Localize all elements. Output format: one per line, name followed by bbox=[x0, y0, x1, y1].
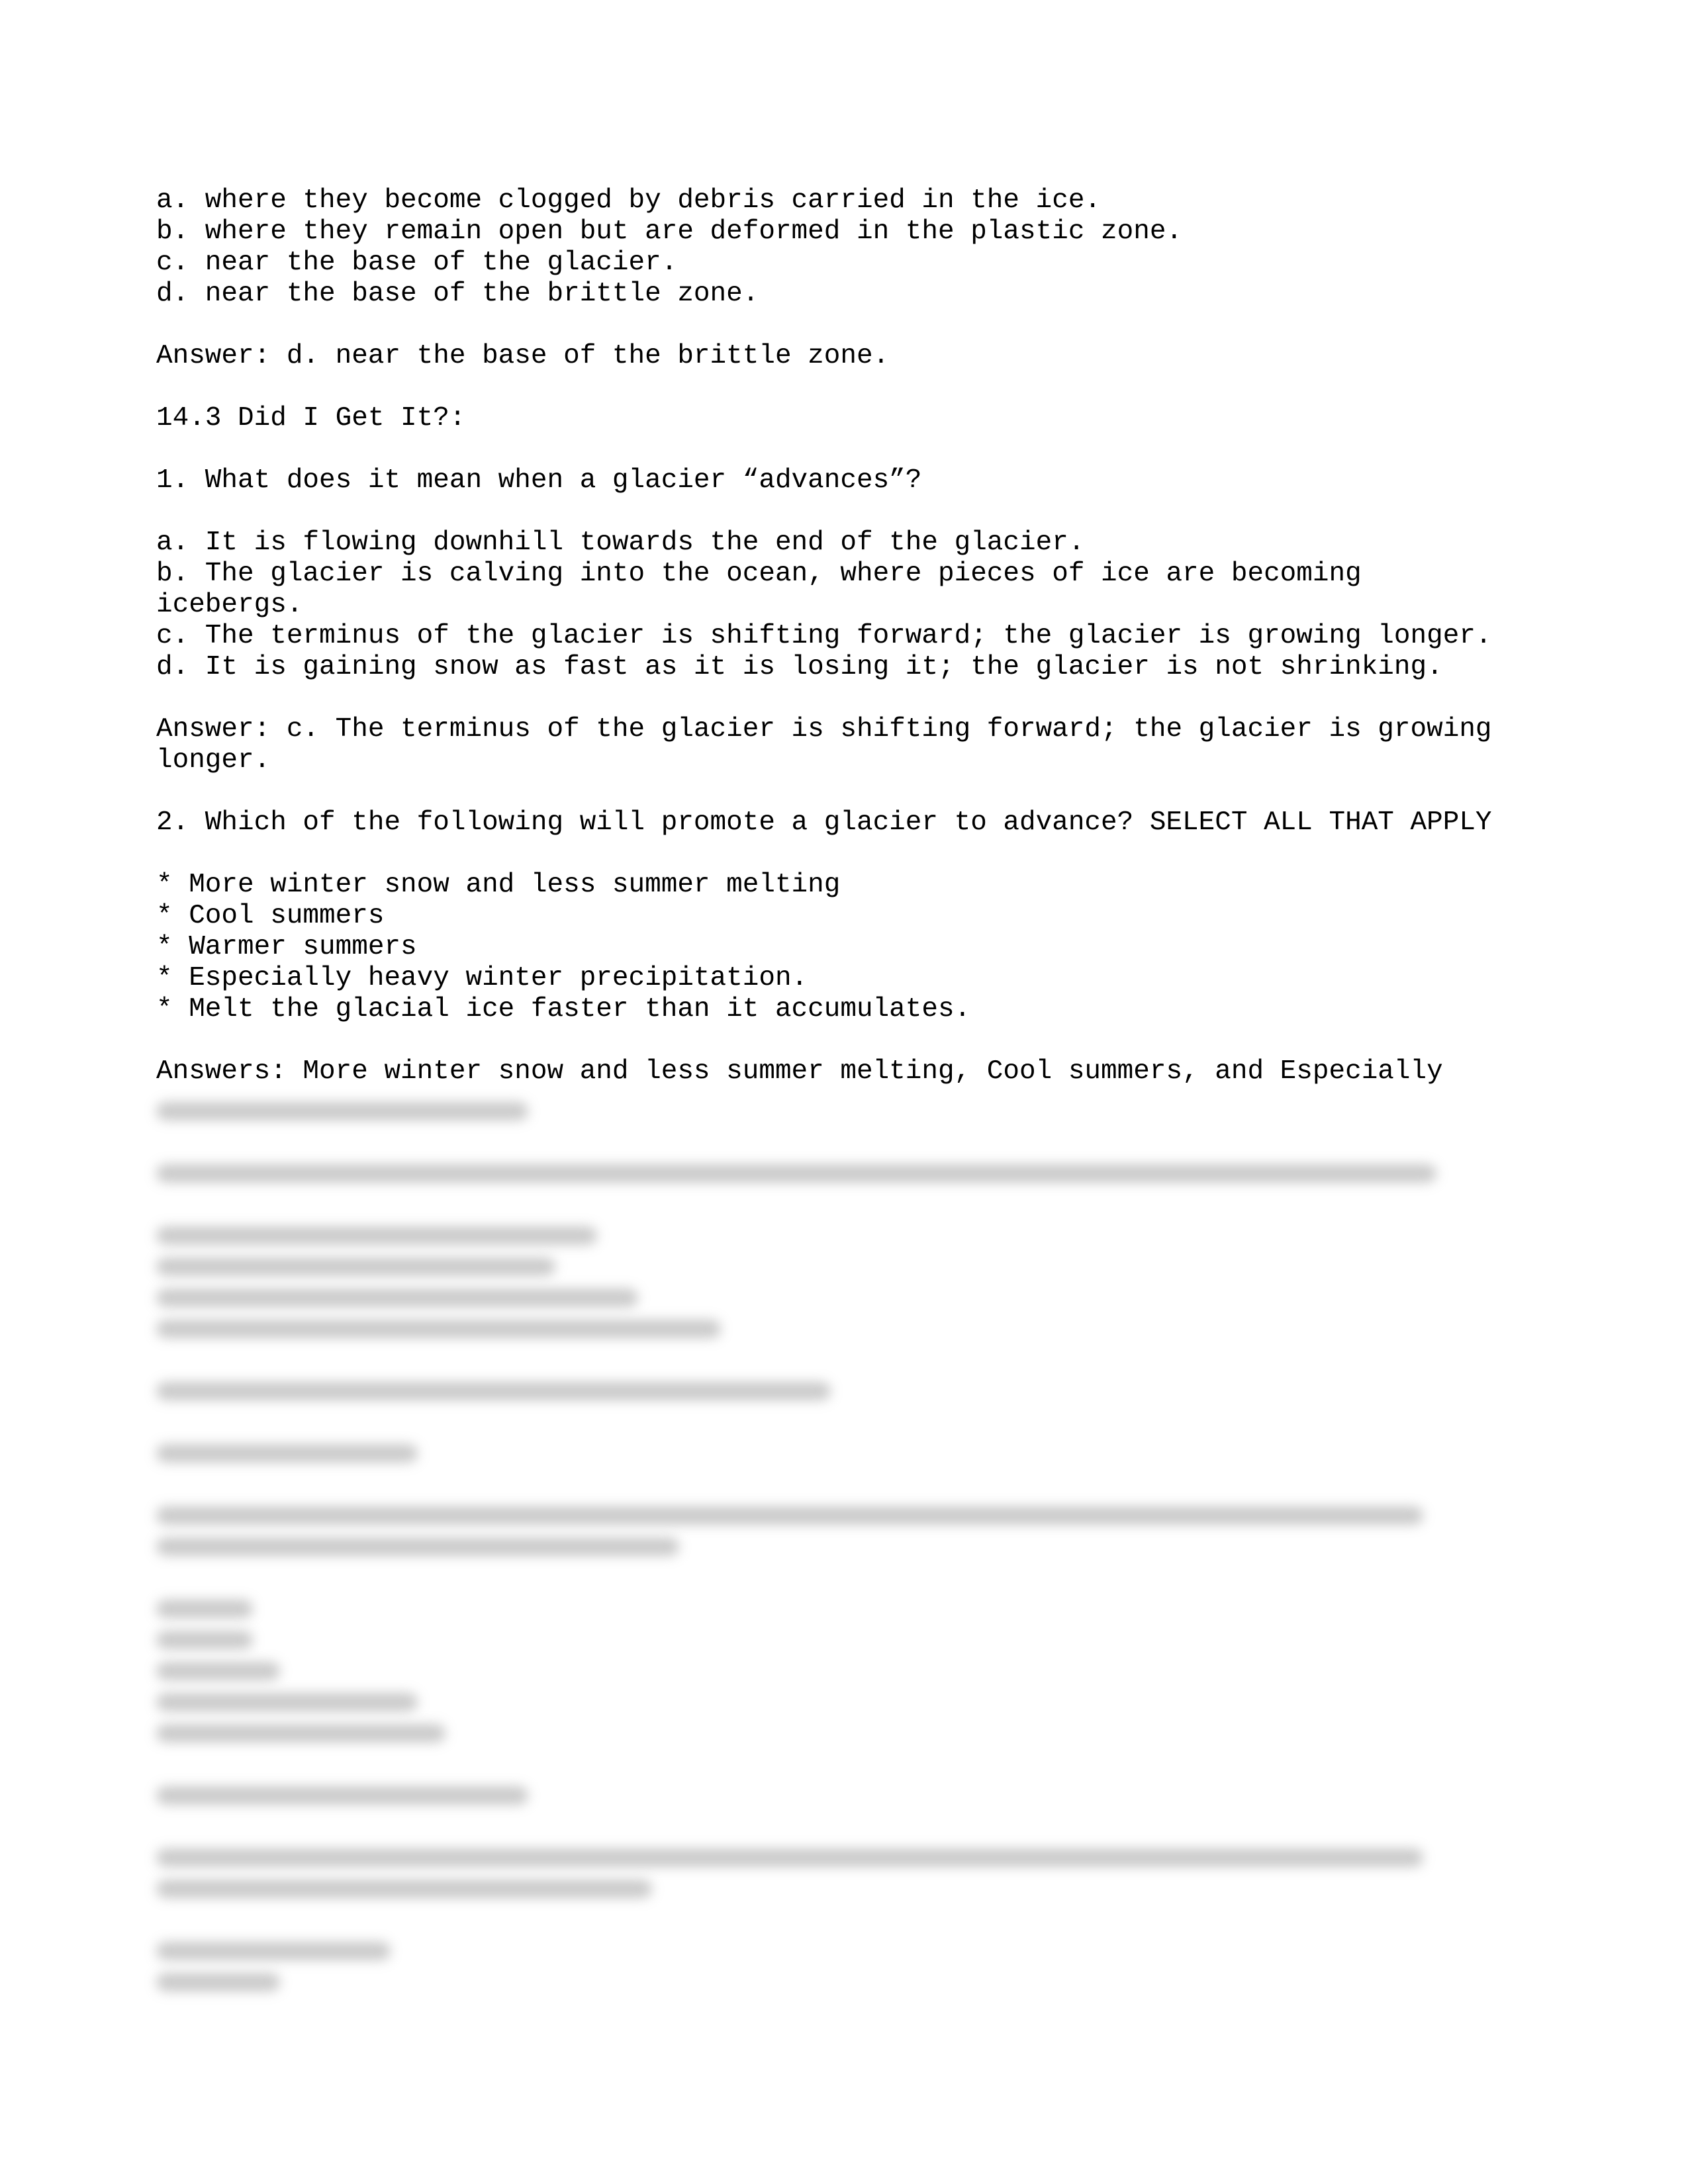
blurred-text-line bbox=[156, 1251, 1533, 1282]
blurred-text-line bbox=[156, 1686, 1533, 1717]
blurred-text-line bbox=[156, 1375, 1533, 1406]
option-line: d. It is gaining snow as fast as it is l… bbox=[156, 652, 1443, 682]
bullet-option-line: * More winter snow and less summer melti… bbox=[156, 870, 841, 900]
blurred-text-line bbox=[156, 1313, 1533, 1344]
obscured-text-bar bbox=[156, 1102, 528, 1120]
section-heading: 14.3 Did I Get It?: bbox=[156, 403, 466, 433]
blurred-text-line bbox=[156, 1095, 1533, 1126]
option-line: a. where they become clogged by debris c… bbox=[156, 185, 1102, 216]
blurred-text-line bbox=[156, 1437, 1533, 1469]
obscured-text-bar bbox=[156, 1506, 1423, 1525]
answer-line: Answers: More winter snow and less summe… bbox=[156, 1056, 1443, 1087]
option-line: d. near the base of the brittle zone. bbox=[156, 279, 759, 309]
blurred-text-line bbox=[156, 1966, 1533, 1997]
obscured-text-bar bbox=[156, 1257, 556, 1276]
obscured-text-bar bbox=[156, 1537, 680, 1556]
option-line: b. where they remain open but are deform… bbox=[156, 216, 1183, 247]
obscured-text-bar bbox=[156, 1724, 445, 1743]
blurred-text-line bbox=[156, 1624, 1533, 1655]
option-line: c. The terminus of the glacier is shifti… bbox=[156, 621, 1492, 651]
option-line: b. The glacier is calving into the ocean… bbox=[156, 559, 1362, 589]
obscured-text-bar bbox=[156, 1973, 281, 1991]
obscured-text-bar bbox=[156, 1693, 418, 1711]
blurred-text-line bbox=[156, 1500, 1533, 1531]
text-line: longer. bbox=[156, 745, 271, 776]
obscured-text-bar bbox=[156, 1289, 638, 1307]
bullet-option-line: * Cool summers bbox=[156, 901, 385, 931]
obscured-text-bar bbox=[156, 1880, 652, 1898]
blurred-text-line bbox=[156, 1717, 1533, 1749]
blurred-content-region bbox=[156, 1095, 1533, 1997]
blurred-text-line bbox=[156, 1531, 1533, 1562]
blurred-text-line bbox=[156, 1593, 1533, 1624]
obscured-text-bar bbox=[156, 1320, 721, 1338]
answer-line: Answer: d. near the base of the brittle … bbox=[156, 341, 890, 371]
blurred-text-line bbox=[156, 1158, 1533, 1189]
obscured-text-bar bbox=[156, 1164, 1437, 1183]
obscured-text-bar bbox=[156, 1942, 391, 1960]
obscured-text-bar bbox=[156, 1226, 597, 1245]
question-line: 1. What does it mean when a glacier “adv… bbox=[156, 465, 922, 496]
blurred-text-line bbox=[156, 1282, 1533, 1313]
blurred-text-line bbox=[156, 1842, 1533, 1873]
document-body: a. where they become clogged by debris c… bbox=[156, 185, 1533, 1087]
document-page: a. where they become clogged by debris c… bbox=[0, 0, 1688, 2184]
blurred-text-line bbox=[156, 1655, 1533, 1686]
question-line: 2. Which of the following will promote a… bbox=[156, 807, 1492, 838]
bullet-option-line: * Warmer summers bbox=[156, 932, 417, 962]
obscured-text-bar bbox=[156, 1662, 281, 1680]
text-line: icebergs. bbox=[156, 590, 303, 620]
blurred-text-line bbox=[156, 1935, 1533, 1966]
obscured-text-bar bbox=[156, 1444, 418, 1463]
obscured-text-bar bbox=[156, 1786, 528, 1805]
blurred-text-line bbox=[156, 1780, 1533, 1811]
bullet-option-line: * Melt the glacial ice faster than it ac… bbox=[156, 994, 971, 1024]
bullet-option-line: * Especially heavy winter precipitation. bbox=[156, 963, 808, 993]
obscured-text-bar bbox=[156, 1600, 253, 1618]
option-line: c. near the base of the glacier. bbox=[156, 248, 678, 278]
obscured-text-bar bbox=[156, 1382, 831, 1400]
blurred-text-line bbox=[156, 1220, 1533, 1251]
blurred-text-line bbox=[156, 1873, 1533, 1904]
option-line: a. It is flowing downhill towards the en… bbox=[156, 527, 1085, 558]
answer-line: Answer: c. The terminus of the glacier i… bbox=[156, 714, 1492, 745]
obscured-text-bar bbox=[156, 1631, 253, 1649]
obscured-text-bar bbox=[156, 1848, 1423, 1867]
